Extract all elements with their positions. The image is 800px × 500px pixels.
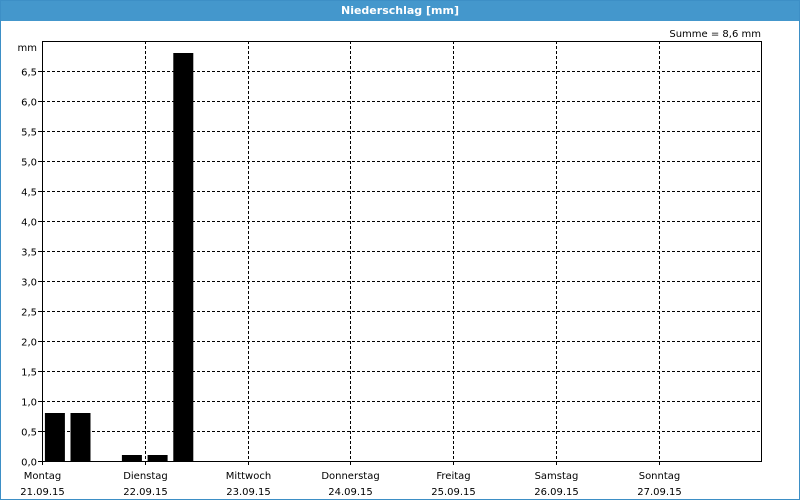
x-date-label: 24.09.15 [328,487,373,498]
x-date-label: 26.09.15 [534,487,579,498]
grid-layer [42,41,761,461]
y-tick-label: 5,0 [21,158,37,169]
x-day-label: Donnerstag [321,471,379,482]
x-day-label: Montag [24,471,61,482]
y-tick-label: 6,0 [21,98,37,109]
y-tick-label: 3,0 [21,278,37,289]
y-tick-label: 3,5 [21,248,37,259]
chart-window: Niederschlag [mm] 0,0 0,5 1,0 1,5 2,0 2,5 3,0 3… [0,0,800,500]
precipitation-bar [70,413,91,461]
y-tick-label: 0,5 [21,428,37,439]
x-date-label: 21.09.15 [20,487,65,498]
y-tick-label: 0,0 [21,458,37,469]
y-tick-label: 1,5 [21,368,37,379]
x-day-label: Mittwoch [226,471,271,482]
x-date-label: 27.09.15 [637,487,682,498]
x-date-label: 23.09.15 [226,487,271,498]
window-title: Niederschlag [mm] [1,1,799,21]
bar-layer [44,53,194,461]
sum-annotation: Summe = 8,6 mm [669,29,761,40]
y-tick-label: 6,5 [21,68,37,79]
y-tick-label: 4,5 [21,188,37,199]
precipitation-bar [121,455,142,461]
y-tick-label: 1,0 [21,398,37,409]
y-tick-label: 4,0 [21,218,37,229]
x-date-label: 22.09.15 [123,487,168,498]
precipitation-bar [147,455,168,461]
x-day-label: Sonntag [639,471,681,482]
x-day-label: Dienstag [123,471,168,482]
y-tick-label: 2,5 [21,308,37,319]
x-day-label: Freitag [436,471,470,482]
y-axis-unit-label: mm [18,43,37,54]
precipitation-bar [44,413,65,461]
y-tick-label: 5,5 [21,128,37,139]
x-day-label: Samstag [535,471,579,482]
x-date-label: 25.09.15 [431,487,476,498]
y-tick-label: 2,0 [21,338,37,349]
precipitation-chart: 0,0 0,5 1,0 1,5 2,0 2,5 3,0 3,5 4,0 4,5 5,0 5,5 6,0 6… [18,29,762,498]
precipitation-bar [173,53,194,461]
